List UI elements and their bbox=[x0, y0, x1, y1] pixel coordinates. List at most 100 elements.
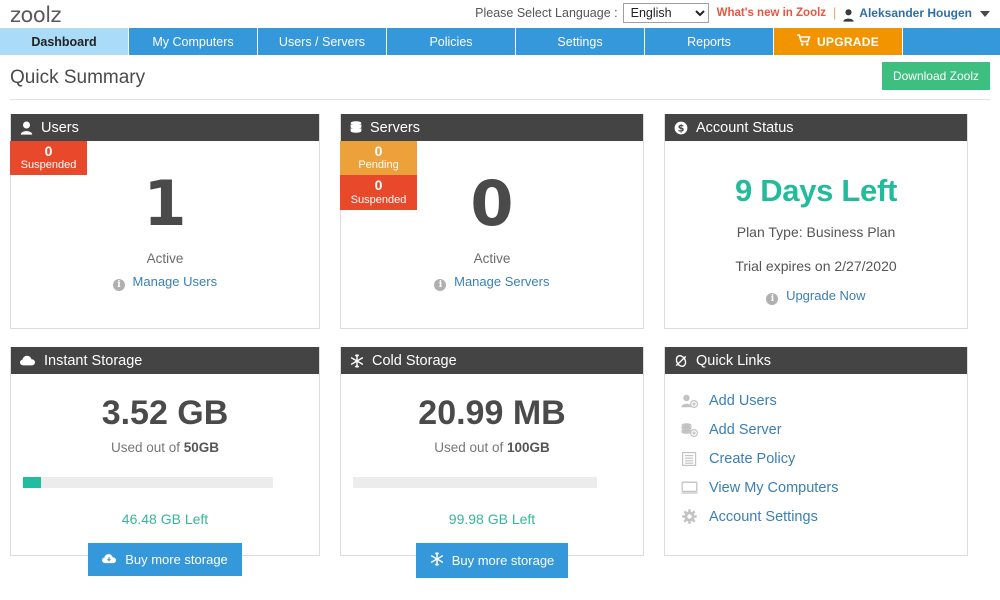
card-body: 20.99 MB Used out of 100GB 99.98 GB Left bbox=[341, 374, 643, 578]
top-bar: zoolz Please Select Language : English W… bbox=[0, 0, 1000, 28]
user-icon bbox=[843, 8, 854, 22]
tab-policies[interactable]: Policies bbox=[387, 28, 516, 55]
tab-label: Users / Servers bbox=[278, 34, 366, 49]
person-icon bbox=[20, 121, 33, 135]
used-out-of-prefix: Used out of bbox=[110, 440, 184, 455]
language-label: Please Select Language : bbox=[475, 6, 618, 20]
badge-count: 0 bbox=[44, 143, 53, 159]
quick-link-view-my-computers[interactable]: View My Computers bbox=[679, 473, 967, 502]
link-icon bbox=[674, 354, 688, 368]
card-body: 3.52 GB Used out of 50GB 46.48 GB Left B… bbox=[11, 374, 319, 576]
card-quick-links: Quick Links Add Users Add Server Create … bbox=[664, 347, 968, 556]
used-out-of-prefix: Used out of bbox=[434, 440, 507, 455]
progress-bar-fill bbox=[23, 476, 41, 488]
tab-label: Dashboard bbox=[31, 34, 97, 49]
cold-storage-quota: 100GB bbox=[507, 440, 550, 455]
card-title: Quick Links bbox=[696, 352, 771, 369]
page-title: Quick Summary bbox=[10, 66, 146, 88]
buy-button-label: Buy more storage bbox=[125, 552, 228, 567]
info-icon: i bbox=[112, 279, 125, 291]
instant-storage-quota: 50GB bbox=[183, 440, 220, 455]
badge-label: Pending bbox=[358, 159, 399, 172]
card-header: $ Account Status bbox=[665, 114, 967, 141]
dashboard-grid: Users 0 Suspended 1 Active i Manage User… bbox=[10, 114, 990, 578]
upgrade-now-row: i Upgrade Now bbox=[665, 288, 967, 305]
user-name-link[interactable]: Aleksander Hougen bbox=[859, 6, 972, 20]
quick-link-add-users[interactable]: Add Users bbox=[679, 386, 967, 415]
badge-group: 0 Suspended bbox=[10, 141, 87, 176]
tab-label: Policies bbox=[429, 34, 473, 49]
tab-label: My Computers bbox=[152, 34, 234, 49]
cold-storage-quota-line: Used out of 100GB bbox=[341, 440, 643, 455]
tab-label: Reports bbox=[687, 34, 731, 49]
chevron-down-icon[interactable] bbox=[980, 11, 990, 17]
card-cold-storage: Cold Storage 20.99 MB Used out of 100GB … bbox=[340, 347, 644, 578]
tab-my-computers[interactable]: My Computers bbox=[129, 28, 258, 55]
manage-users-link[interactable]: Manage Users bbox=[133, 274, 218, 289]
card-title: Servers bbox=[370, 119, 420, 136]
servers-status-label: Active bbox=[473, 251, 511, 266]
card-title: Cold Storage bbox=[372, 352, 457, 369]
instant-storage-left: 46.48 GB Left bbox=[121, 511, 209, 527]
tab-upgrade[interactable]: UPGRADE bbox=[774, 28, 903, 55]
status-badge-suspended: 0 Suspended bbox=[10, 141, 87, 176]
buy-more-storage-cold-button[interactable]: Buy more storage bbox=[415, 543, 569, 578]
tab-settings[interactable]: Settings bbox=[516, 28, 645, 55]
quick-link-label: Account Settings bbox=[709, 508, 818, 525]
manage-users-row: i Manage Users bbox=[11, 274, 319, 291]
buy-button-label: Buy more storage bbox=[451, 553, 555, 568]
instant-storage-used: 3.52 GB bbox=[101, 394, 229, 432]
tab-users-servers[interactable]: Users / Servers bbox=[258, 28, 387, 55]
quick-link-label: Add Users bbox=[709, 392, 777, 409]
add-server-icon bbox=[679, 422, 699, 437]
card-header: Instant Storage bbox=[11, 347, 319, 374]
card-header: Servers bbox=[341, 114, 643, 141]
cold-storage-used: 20.99 MB bbox=[418, 394, 566, 432]
plan-type-label: Plan Type: Business Plan bbox=[736, 224, 896, 240]
list-icon bbox=[679, 451, 699, 466]
quick-link-account-settings[interactable]: Account Settings bbox=[679, 502, 967, 531]
trial-expiry-label: Trial expires on 2/27/2020 bbox=[735, 258, 897, 274]
manage-servers-row: i Manage Servers bbox=[341, 274, 643, 291]
quick-link-label: Add Server bbox=[709, 421, 782, 438]
storage-pie-chart bbox=[281, 469, 307, 495]
badge-label: Suspended bbox=[350, 193, 407, 206]
add-user-icon bbox=[679, 394, 699, 408]
tab-reports[interactable]: Reports bbox=[645, 28, 774, 55]
info-icon: i bbox=[434, 279, 447, 291]
badge-group: 0 Pending 0 Suspended bbox=[340, 141, 417, 210]
dollar-circle-icon: $ bbox=[674, 121, 688, 135]
card-title: Instant Storage bbox=[44, 352, 143, 369]
info-icon: i bbox=[766, 293, 779, 305]
card-header: Quick Links bbox=[665, 347, 967, 374]
users-status-label: Active bbox=[146, 251, 184, 266]
instant-storage-bar-row bbox=[23, 469, 307, 495]
quick-link-create-policy[interactable]: Create Policy bbox=[679, 444, 967, 473]
cold-storage-left: 99.98 GB Left bbox=[448, 511, 536, 527]
whats-new-link[interactable]: What's new in Zoolz bbox=[717, 7, 826, 19]
download-zoolz-button[interactable]: Download Zoolz bbox=[881, 62, 990, 90]
badge-label: Suspended bbox=[20, 159, 77, 172]
page-header: Quick Summary Download Zoolz bbox=[10, 56, 990, 100]
badge-count: 0 bbox=[374, 143, 383, 159]
tab-dashboard[interactable]: Dashboard bbox=[0, 28, 129, 55]
zoolz-logo[interactable]: zoolz bbox=[10, 3, 62, 26]
instant-storage-quota-line: Used out of 50GB bbox=[11, 440, 319, 455]
header-separator: | bbox=[833, 6, 837, 20]
buy-more-storage-instant-button[interactable]: Buy more storage bbox=[88, 543, 242, 576]
database-icon bbox=[350, 120, 362, 135]
cloud-download-icon bbox=[102, 552, 117, 567]
language-select[interactable]: English bbox=[622, 3, 709, 23]
tab-label: Settings bbox=[557, 34, 603, 49]
tab-filler bbox=[903, 28, 1000, 55]
upgrade-now-link[interactable]: Upgrade Now bbox=[786, 288, 866, 303]
snowflake-icon bbox=[350, 353, 364, 368]
manage-servers-link[interactable]: Manage Servers bbox=[454, 274, 549, 289]
card-instant-storage: Instant Storage 3.52 GB Used out of 50GB… bbox=[10, 347, 320, 576]
status-badge-suspended: 0 Suspended bbox=[340, 175, 417, 210]
card-servers: Servers 0 Pending 0 Suspended 0 Active i… bbox=[340, 114, 644, 329]
snowflake-icon bbox=[430, 552, 444, 569]
quick-links-list: Add Users Add Server Create Policy View … bbox=[665, 374, 967, 531]
quick-link-add-server[interactable]: Add Server bbox=[679, 415, 967, 444]
gear-icon bbox=[679, 509, 699, 524]
